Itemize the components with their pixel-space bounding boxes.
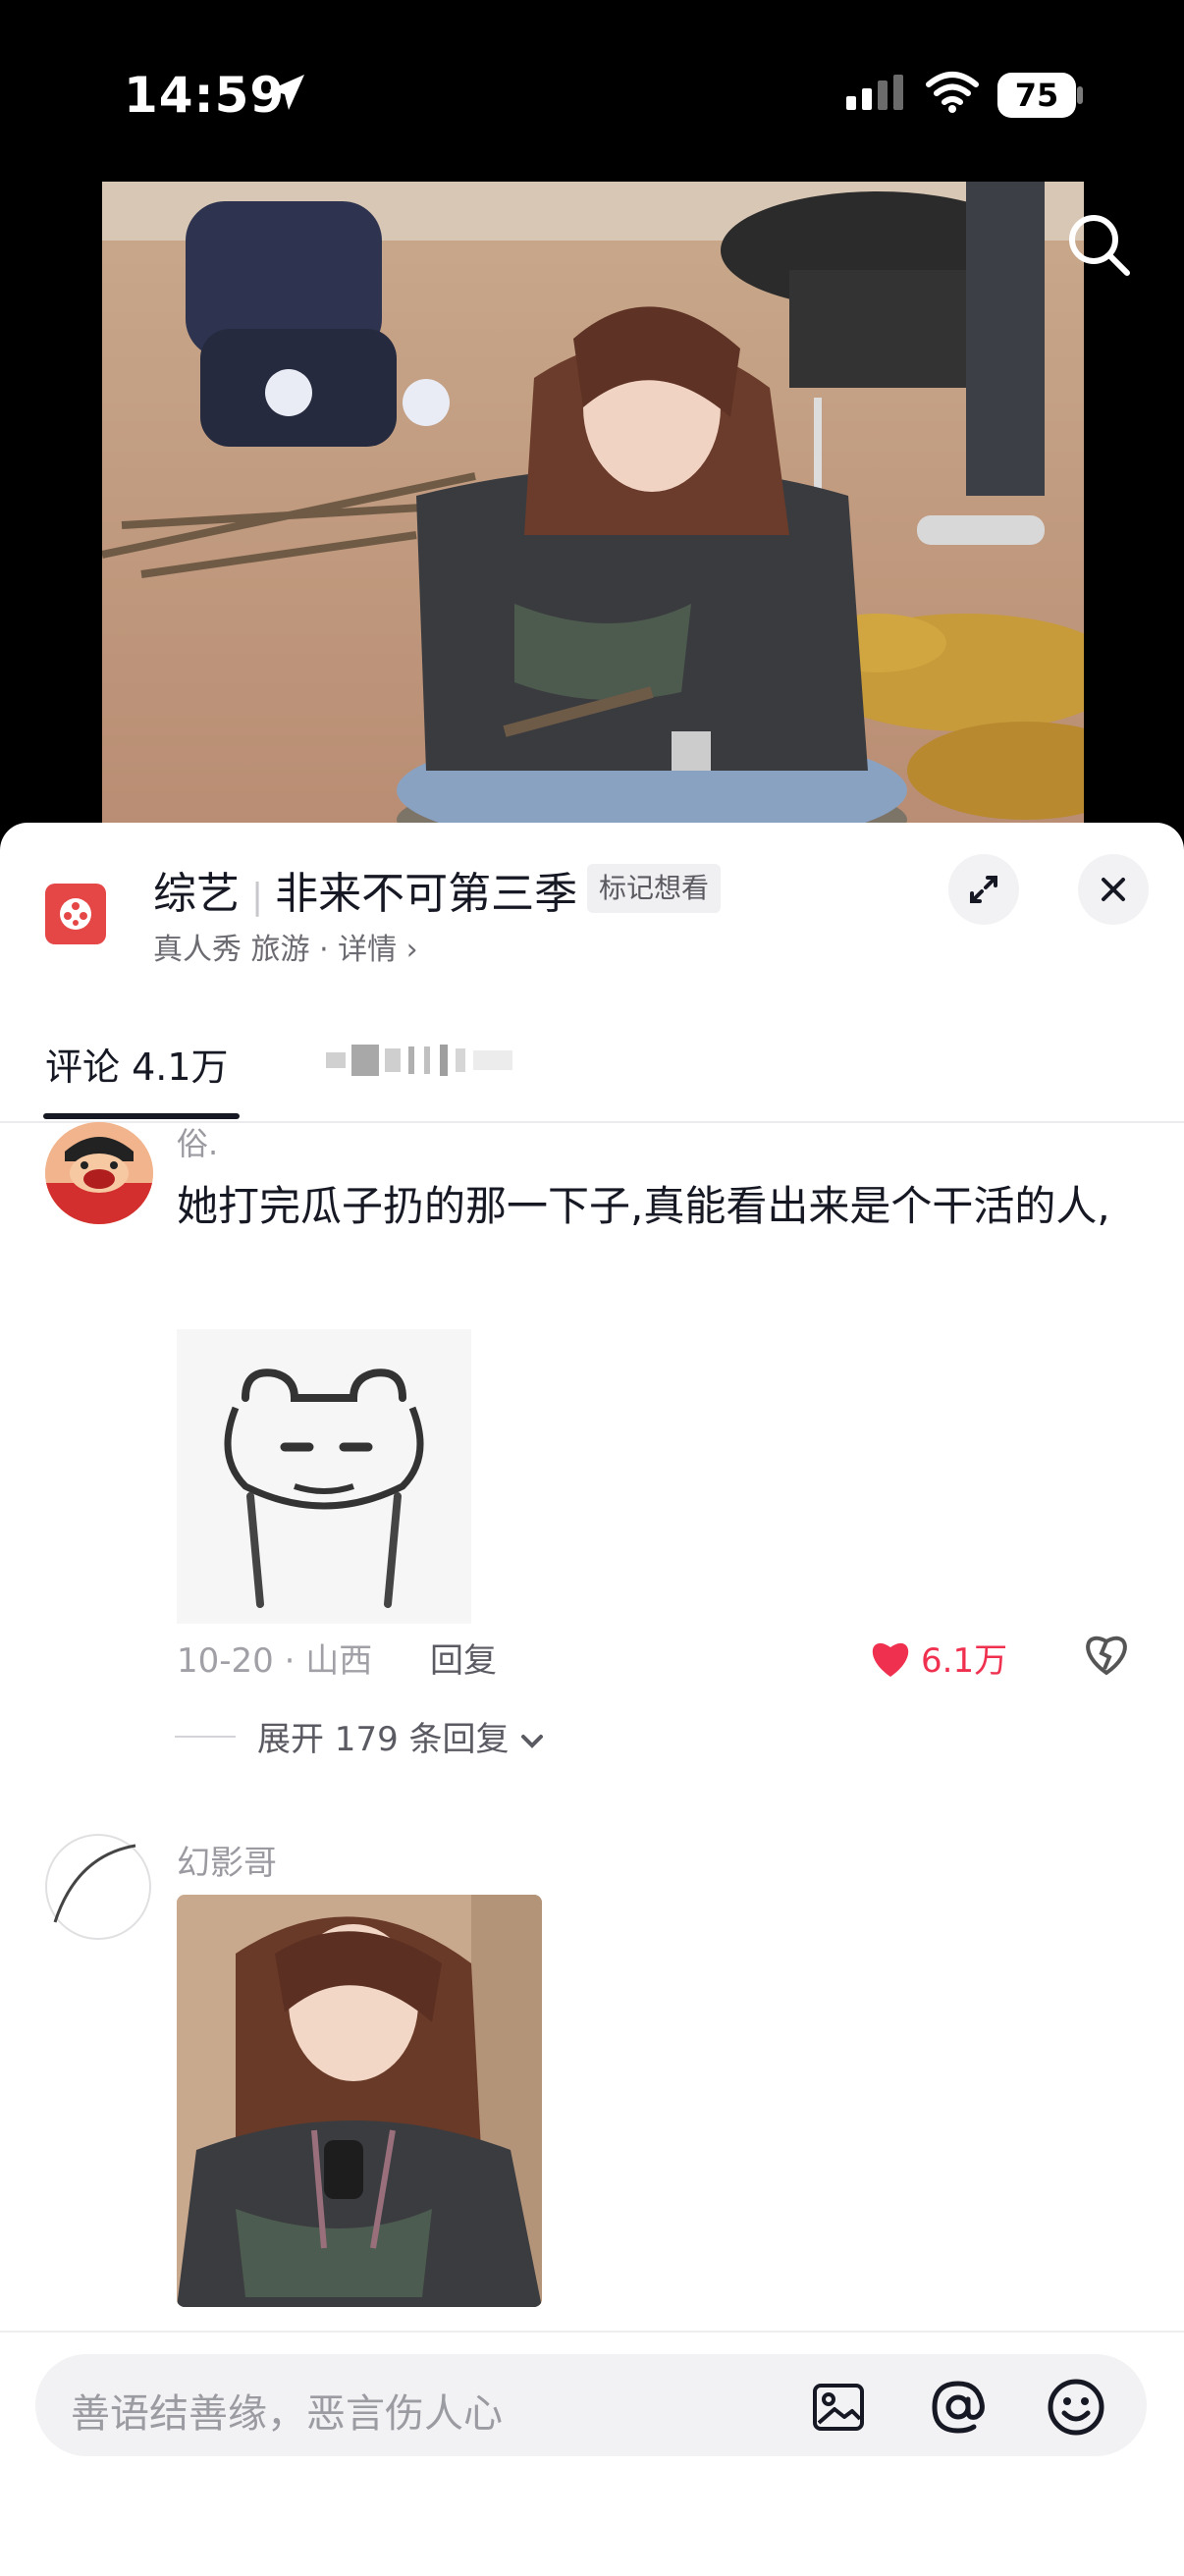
close-button[interactable] [1078,854,1149,925]
comment-username[interactable]: 俗. [177,1119,218,1164]
expand-replies-line [175,1736,236,1738]
stroke-avatar-icon [53,1844,136,1923]
show-logo-icon[interactable] [45,884,106,944]
mention-icon[interactable] [927,2376,990,2439]
cartoon-avatar-icon [45,1122,153,1224]
comment-photo[interactable] [177,1895,542,2307]
show-title[interactable]: 综艺 | 非来不可第三季 [153,858,577,921]
chevron-down-icon [521,1735,544,1748]
like-count: 6.1万 [921,1641,1008,1681]
comment-date-location: 10-20 · 山西 [177,1641,373,1681]
dislike-heart-icon[interactable] [1082,1630,1131,1677]
title-separator: | [251,877,264,917]
tab-comments[interactable]: 评论 4.1万 [45,1037,229,1091]
comment-sheet: 综艺 | 非来不可第三季 标记想看 真人秀 旅游 · 详情 › 评论 4.1万 [0,823,1184,2576]
battery-tip [1077,86,1083,104]
sketch-sticker-illustration [177,1329,471,1624]
location-arrow-icon [269,75,304,110]
comment-text: 她打完瓜子扔的那一下子,真能看出来是个干活的人, [177,1182,1110,1230]
status-time: 14:59 [124,67,286,124]
image-icon[interactable] [809,2378,868,2437]
comment-sticker-image[interactable] [177,1329,471,1624]
reply-button[interactable]: 回复 [430,1634,497,1682]
cellular-signal-icon [846,75,903,110]
expand-icon [970,876,997,903]
show-category: 综艺 [153,869,240,919]
comment-photo-illustration [177,1895,542,2307]
emoji-icon[interactable] [1045,2376,1107,2439]
show-name: 非来不可第三季 [275,869,578,919]
film-reel-icon [60,898,91,930]
comment-input-placeholder: 善语结善缘，恶言伤人心 [71,2391,503,2437]
comment-input-bar: 善语结善缘，恶言伤人心 [0,2331,1184,2576]
expand-button[interactable] [948,854,1019,925]
expand-replies-label: 展开 179 条回复 [257,1720,510,1759]
video-frame-illustration [102,182,1084,830]
show-details-link[interactable]: 真人秀 旅游 · 详情 › [153,925,418,968]
comment-input[interactable]: 善语结善缘，恶言伤人心 [35,2354,1147,2456]
comment-username[interactable]: 幻影哥 [177,1836,277,1884]
avatar[interactable] [45,1122,153,1224]
mark-want-to-watch-button[interactable]: 标记想看 [587,864,722,913]
expand-replies-button[interactable]: 展开 179 条回复 [257,1712,545,1760]
like-button[interactable]: 6.1万 [868,1634,1007,1682]
status-bar: 14:59 75 [0,0,1184,187]
heart-filled-icon [872,1642,909,1677]
battery-indicator: 75 [997,73,1076,118]
close-icon [1102,878,1125,901]
avatar[interactable] [45,1834,151,1940]
wifi-icon [926,72,979,113]
tab-blurred-label[interactable] [326,1039,542,1082]
search-icon[interactable] [1060,206,1139,285]
video-player[interactable] [102,182,1084,830]
